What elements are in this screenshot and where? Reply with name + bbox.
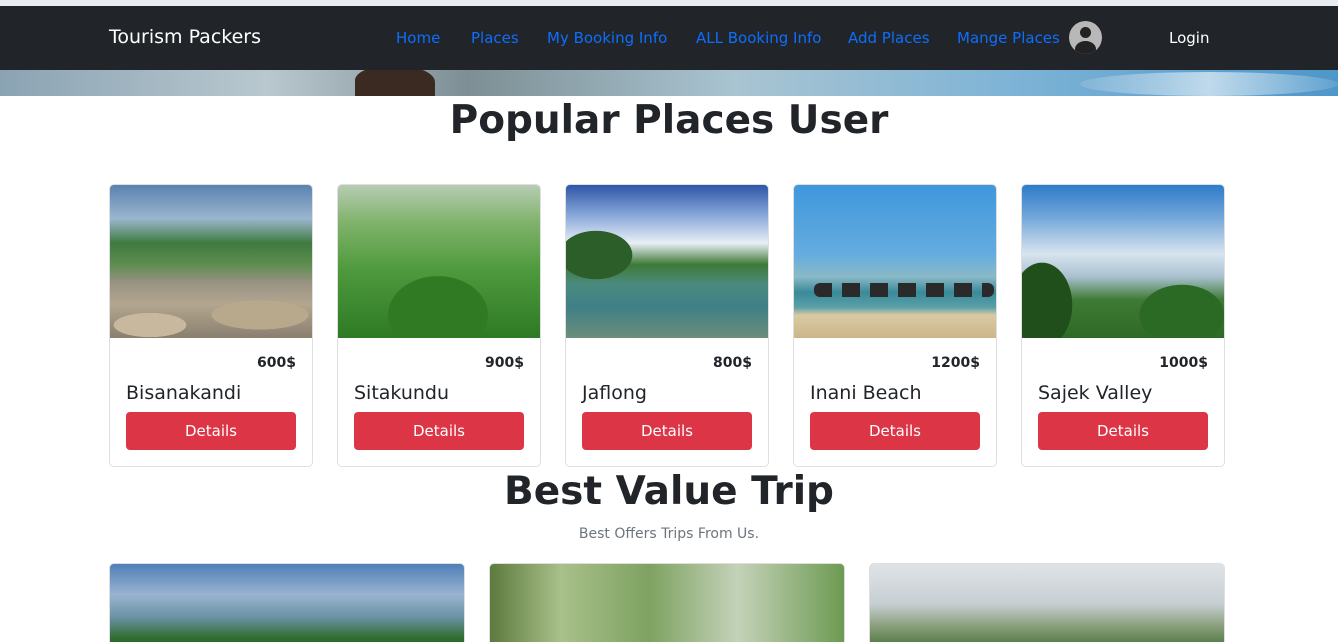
brand-logo-text[interactable]: Tourism Packers	[109, 26, 261, 48]
trip-card-image[interactable]	[489, 563, 845, 642]
place-name: Jaflong	[582, 382, 647, 404]
place-name: Bisanakandi	[126, 382, 242, 404]
best-value-title: Best Value Trip	[504, 469, 834, 514]
place-image-bisanakandi	[110, 185, 312, 338]
place-name: Sajek Valley	[1038, 382, 1153, 404]
place-name: Sitakundu	[354, 382, 450, 404]
popular-places-title: Popular Places User	[449, 98, 889, 143]
nav-link-all-booking-info[interactable]: ALL Booking Info	[696, 29, 821, 47]
place-price: 800$	[713, 355, 752, 371]
nav-link-home[interactable]: Home	[396, 29, 440, 47]
place-price: 900$	[485, 355, 524, 371]
place-card: 1200$ Inani Beach Details	[793, 184, 997, 467]
place-image-sajek-valley	[1022, 185, 1224, 338]
place-image-jaflong	[566, 185, 768, 338]
place-image-sitakundu	[338, 185, 540, 338]
place-image-inani-beach	[794, 185, 996, 338]
avatar-body-shape	[1075, 41, 1096, 54]
details-button[interactable]: Details	[1038, 412, 1208, 450]
details-button[interactable]: Details	[582, 412, 752, 450]
details-button[interactable]: Details	[810, 412, 980, 450]
place-price: 600$	[257, 355, 296, 371]
hero-wave-shape	[1080, 72, 1338, 96]
place-card: 800$ Jaflong Details	[565, 184, 769, 467]
details-button[interactable]: Details	[126, 412, 296, 450]
trip-card-image[interactable]	[109, 563, 465, 642]
user-avatar-icon[interactable]	[1069, 21, 1102, 54]
boats-shape	[814, 283, 994, 297]
place-card: 900$ Sitakundu Details	[337, 184, 541, 467]
nav-link-my-booking-info[interactable]: My Booking Info	[547, 29, 667, 47]
top-navbar: Tourism Packers Home Places My Booking I…	[0, 6, 1338, 70]
place-price: 1200$	[931, 355, 980, 371]
best-value-subtitle: Best Offers Trips From Us.	[578, 526, 760, 542]
hero-rock-shape	[355, 66, 435, 96]
place-card: 1000$ Sajek Valley Details	[1021, 184, 1225, 467]
details-button[interactable]: Details	[354, 412, 524, 450]
place-card: 600$ Bisanakandi Details	[109, 184, 313, 467]
nav-link-places[interactable]: Places	[471, 29, 519, 47]
trip-card-image[interactable]	[869, 563, 1225, 642]
avatar-head-shape	[1080, 27, 1091, 38]
nav-link-add-places[interactable]: Add Places	[848, 29, 930, 47]
place-price: 1000$	[1159, 355, 1208, 371]
login-link[interactable]: Login	[1169, 29, 1209, 47]
place-name: Inani Beach	[810, 382, 922, 404]
nav-link-manage-places[interactable]: Mange Places	[957, 29, 1060, 47]
